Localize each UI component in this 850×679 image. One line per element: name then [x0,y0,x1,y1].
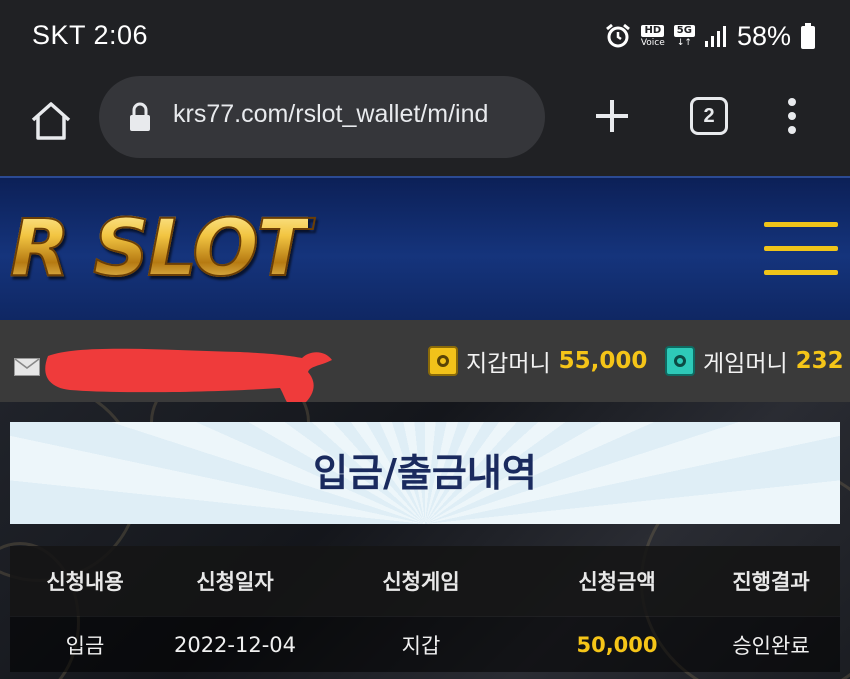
mail-icon[interactable] [14,358,40,376]
history-table: 신청내용 신청일자 신청게임 신청금액 진행결과 입금 2022-12-04 지… [10,546,840,672]
site-logo[interactable]: R SLOT [9,203,311,295]
carrier-time: SKT 2:06 [32,20,149,50]
page-title-banner: 입금/출금내역 [10,422,840,524]
column-header: 신청게임 [382,570,460,594]
column-header: 진행결과 [732,570,810,594]
battery-icon [801,23,815,49]
column-header: 신청금액 [578,570,656,594]
column-header: 신청일자 [196,570,274,594]
home-icon[interactable] [28,98,74,144]
request-game-cell: 지갑 [401,633,441,658]
request-type-cell: 입금 [65,633,105,658]
game-money: 게임머니 232 [665,344,844,378]
wallet-money-label: 지갑머니 [466,351,551,377]
column-header: 신청내용 [46,570,124,594]
tab-switcher-button[interactable]: 2 [690,97,728,135]
browser-toolbar: krs77.com/rslot_wallet/m/ind 2 [0,76,850,176]
new-tab-icon[interactable] [590,94,634,138]
game-safe-icon [665,346,695,376]
request-amount-cell: 50,000 [576,632,658,657]
address-bar[interactable]: krs77.com/rslot_wallet/m/ind [99,76,545,158]
battery-percent: 58% [736,20,791,51]
request-status-cell: 승인완료 [732,633,810,658]
screen: SKT 2:06 HD Voice 5G ↓↑ 58% krs77.com/rs… [0,0,850,679]
data-arrows-icon: ↓↑ [676,37,692,48]
page-title: 입금/출금내역 [313,451,537,495]
request-date-cell: 2022-12-04 [173,632,297,657]
more-menu-icon[interactable] [780,94,804,138]
network-label: 5G [673,24,695,37]
hd-voice-icon: HD Voice [640,24,665,48]
wallet-money: 지갑머니 55,000 [428,344,647,378]
lock-icon [130,102,150,131]
voice-label: Voice [640,37,665,48]
table-row[interactable]: 입금 2022-12-04 지갑 50,000 승인완료 [10,616,840,672]
user-info-bar: 지갑머니 55,000 게임머니 232 [0,320,850,409]
signal-icon [704,26,726,47]
alarm-icon [605,23,630,48]
status-bar: SKT 2:06 HD Voice 5G ↓↑ 58% [0,0,850,76]
table-header: 신청내용 신청일자 신청게임 신청금액 진행결과 [10,546,840,616]
hamburger-menu-icon[interactable] [764,222,838,278]
game-money-value: 232 [795,348,844,374]
status-icons: HD Voice 5G ↓↑ 58% [604,18,816,54]
5g-network-icon: 5G ↓↑ [673,24,695,48]
url-text: krs77.com/rslot_wallet/m/ind [173,100,489,128]
hd-label: HD [641,24,665,37]
site-header: R SLOT [0,176,850,320]
wallet-safe-icon [428,346,458,376]
wallet-money-value: 55,000 [558,348,648,374]
game-money-label: 게임머니 [703,351,788,377]
